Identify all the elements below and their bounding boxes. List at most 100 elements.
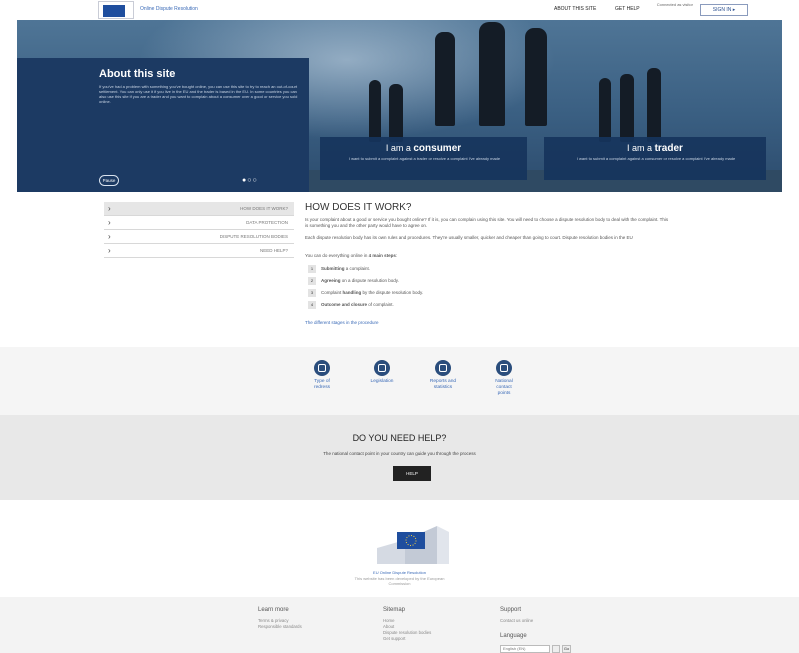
sidebar-item-how-does-it-work[interactable]: › HOW DOES IT WORK? [104,202,294,216]
quick-link-label: Type of redress [314,379,330,390]
pause-button[interactable]: Pause [99,175,119,186]
about-title: About this site [99,68,176,80]
footer-link[interactable]: Dispute resolution bodies [383,630,431,635]
people-silhouette [525,28,547,126]
nav-get-help[interactable]: GET HELP [615,6,640,12]
consumer-description: I want to submit a complaint against a t… [348,156,501,161]
footer-col-learn-more-title: Learn more [258,607,289,613]
legislation-icon [374,360,390,376]
trader-word: trader [654,143,683,154]
commission-building-logo [377,526,449,564]
footer-link[interactable]: Terms & privacy [258,618,289,623]
step-item: 3 Complaint handling by the dispute resol… [308,289,423,297]
people-silhouette [479,22,505,126]
step-item: 1 Submitting a complaint. [308,265,370,273]
footer-link[interactable]: About [383,624,394,629]
sign-in-button[interactable]: SIGN IN ▸ [700,4,748,16]
step-number: 1 [308,265,316,273]
sidebar-item-need-help[interactable]: › NEED HELP? [104,244,294,258]
help-text: The national contact point in your count… [323,451,476,456]
quick-link-legislation[interactable]: Legislation [362,360,402,385]
step-text: by the dispute resolution body. [361,290,424,295]
consumer-word: consumer [413,143,462,154]
about-text: If you've had a problem with something y… [99,84,298,104]
site-header: Online Dispute Resolution ABOUT THIS SIT… [0,0,799,20]
quick-link-national-contact-points[interactable]: National contact points [484,360,524,397]
trader-prefix: I am a [627,143,653,153]
consumer-title[interactable]: I am a consumer [320,143,527,154]
help-button[interactable]: HELP [393,466,431,481]
step-number: 4 [308,301,316,309]
footer-link[interactable]: Contact us online [500,618,533,623]
chevron-right-icon: › [108,232,111,241]
national-contact-points-icon [496,360,512,376]
footer-site-name[interactable]: EU Online Dispute Resolution [0,570,799,575]
reports-statistics-icon [435,360,451,376]
types-of-redress-icon [314,360,330,376]
steps-intro-prefix: You can do everything online in [305,253,369,258]
footer-link[interactable]: Responsible standards [258,624,302,629]
step-bold: Submitting [321,266,345,271]
people-silhouette [435,32,455,126]
step-bold: Agreeing [321,278,341,283]
language-dropdown-icon[interactable] [552,645,560,653]
footer-link[interactable]: Get support [383,636,405,641]
nav-about-this-site[interactable]: ABOUT THIS SITE [554,6,596,12]
quick-link-types-of-redress[interactable]: Type of redress [302,360,342,391]
sidebar-item-data-protection[interactable]: › DATA PROTECTION [104,216,294,230]
step-text: of complaint. [367,302,394,307]
sidebar-item-label: HOW DOES IT WORK? [240,206,288,211]
help-section [0,415,799,500]
quick-link-label: Legislation [370,379,394,384]
people-silhouette [620,74,634,142]
quick-link-label: Reports and statistics [429,379,457,390]
step-text: a complaint. [344,266,371,271]
steps-intro-suffix: : [395,253,398,258]
trader-description: I want to submit a complaint against a c… [576,156,736,161]
connected-status: Connected as visitor [656,2,693,7]
eu-flag-icon [103,5,125,17]
step-pre: Complaint [321,290,343,295]
page-title: HOW DOES IT WORK? [305,202,412,213]
trader-title[interactable]: I am a trader [544,143,766,154]
bottom-footer [0,597,799,653]
quick-link-label: National contact points [495,379,513,396]
people-silhouette [647,68,661,142]
footer-link[interactable]: Home [383,618,394,623]
step-bold: handling [342,290,362,295]
steps-intro-bold: 4 main steps [368,253,396,258]
people-silhouette [599,78,611,142]
step-item: 4 Outcome and closure of complaint. [308,301,394,309]
step-bold: Outcome and closure [321,302,368,307]
carousel-dots[interactable]: ●○○ [242,177,258,184]
step-item: 2 Agreeing on a dispute resolution body. [308,277,399,285]
chevron-right-icon: › [108,204,111,213]
chevron-right-icon: › [108,218,111,227]
site-title[interactable]: Online Dispute Resolution [140,6,198,12]
steps-intro: You can do everything online in 4 main s… [305,253,397,258]
quick-link-reports-statistics[interactable]: Reports and statistics [423,360,463,391]
step-text: on a dispute resolution body. [340,278,399,283]
european-commission-logo[interactable] [98,1,134,19]
step-number: 2 [308,277,316,285]
footer-note: This website has been developed by the E… [354,576,445,586]
sidebar-item-label: DATA PROTECTION [246,220,288,225]
procedure-stages-link[interactable]: The different stages in the procedure [305,320,378,325]
footer-col-sitemap-title: Sitemap [383,607,406,613]
intro-paragraph: Is your complaint about a good or servic… [305,217,669,228]
consumer-prefix: I am a [385,143,411,153]
language-go-button[interactable]: Go [562,645,571,653]
sidebar-item-label: NEED HELP? [259,248,288,253]
chevron-right-icon: › [108,246,111,255]
hero-banner: About this site If you've had a problem … [17,20,782,192]
sidebar-item-label: DISPUTE RESOLUTION BODIES [219,234,288,239]
language-title: Language [500,633,527,639]
footer-col-support-title: Support [500,607,522,613]
help-title: DO YOU NEED HELP? [352,433,447,443]
language-select[interactable]: English (EN) [500,645,550,653]
rules-paragraph: Each dispute resolution body has its own… [305,235,633,240]
sidebar-item-dispute-resolution-bodies[interactable]: › DISPUTE RESOLUTION BODIES [104,230,294,244]
people-silhouette [389,84,403,142]
people-silhouette [369,80,381,142]
step-number: 3 [308,289,316,297]
